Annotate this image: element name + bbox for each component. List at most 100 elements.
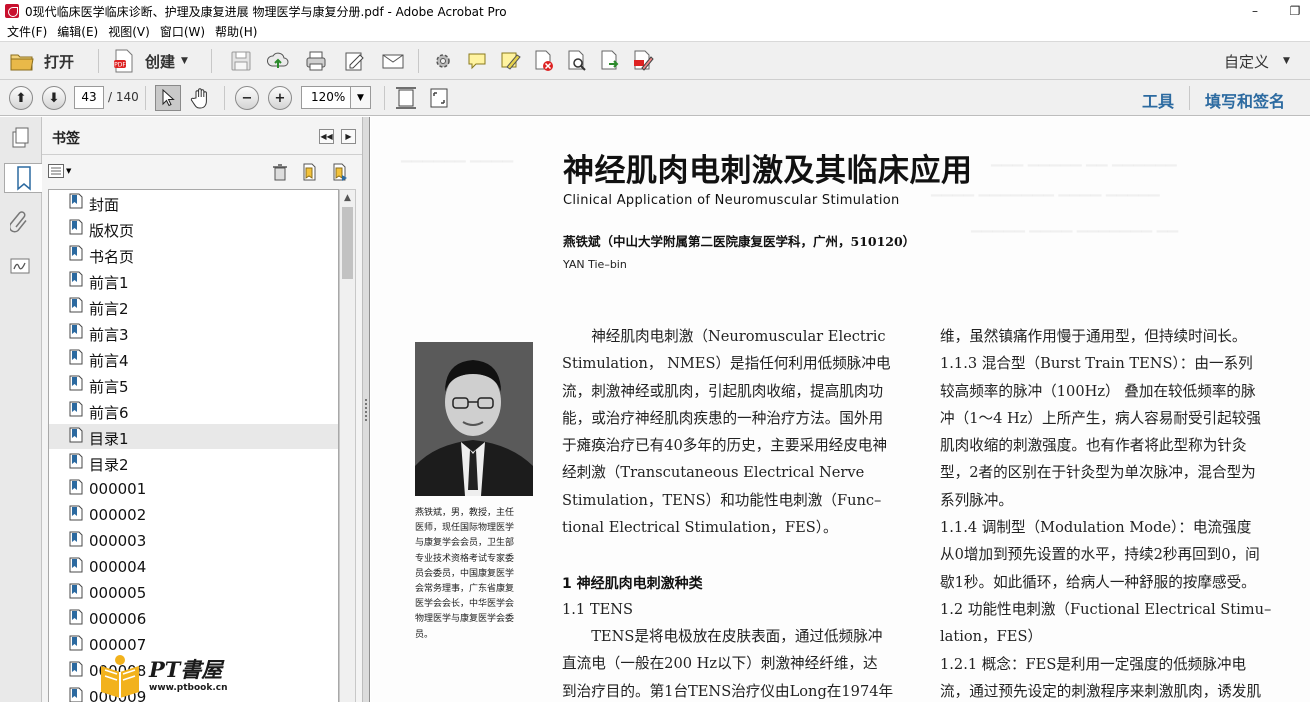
page-total-label: / 140: [108, 90, 139, 104]
bookmark-item[interactable]: 000003: [49, 528, 338, 553]
delete-pages-icon[interactable]: [533, 50, 555, 72]
collapse-panel-button[interactable]: ◀◀: [319, 129, 334, 144]
bookmark-label: 前言5: [89, 378, 129, 396]
fit-page-icon[interactable]: [395, 86, 417, 110]
fill-sign-link[interactable]: 填写和签名: [1205, 88, 1285, 112]
bookmark-page-icon: [69, 661, 83, 677]
panel-next-button[interactable]: ▶: [341, 129, 356, 144]
menu-view[interactable]: 视图(V): [103, 23, 155, 40]
bookmark-item[interactable]: 版权页: [49, 216, 338, 241]
zoom-dropdown-button[interactable]: ▼: [351, 86, 371, 109]
menu-file[interactable]: 文件(F): [2, 23, 52, 40]
email-icon[interactable]: [382, 50, 404, 72]
author-bio-line: 物理医学与康复医学会委: [415, 614, 515, 625]
body-line: 1.1.4 调制型（Modulation Mode）：电流强度: [940, 519, 1252, 537]
highlight-sticky-icon[interactable]: [499, 50, 521, 72]
create-button[interactable]: PDF 创建 ▼: [113, 46, 188, 76]
bookmark-item[interactable]: 书名页: [49, 242, 338, 267]
edit-pdf-icon[interactable]: [632, 50, 654, 72]
signature-icon: [10, 258, 30, 274]
menu-help[interactable]: 帮助(H): [210, 23, 262, 40]
bookmark-item[interactable]: 前言5: [49, 372, 338, 397]
bookmark-label: 目录1: [89, 430, 129, 448]
bookmark-page-icon: [69, 479, 83, 495]
toolbar-separator: [145, 86, 146, 110]
body-line: 型，2者的区别在于针灸型为单次脉冲，混合型为: [940, 464, 1256, 482]
zoom-out-button[interactable]: −: [235, 86, 259, 110]
body-line: 维，虽然镇痛作用慢于通用型，但持续时间长。: [940, 328, 1247, 345]
attachments-button[interactable]: [5, 207, 35, 237]
panel-splitter[interactable]: [362, 117, 370, 702]
zoom-input[interactable]: 120%: [301, 86, 351, 109]
splitter-grip[interactable]: [365, 399, 367, 421]
upload-cloud-icon[interactable]: [267, 50, 289, 72]
bookmark-item[interactable]: 000006: [49, 606, 338, 631]
bookmarks-panel-header: 书签 ◀◀ ▶: [42, 117, 362, 155]
bookmark-item[interactable]: 000001: [49, 476, 338, 501]
bookmark-item[interactable]: 000005: [49, 580, 338, 605]
toolbar-separator: [1189, 86, 1190, 110]
bookmark-item[interactable]: 000004: [49, 554, 338, 579]
bookmark-item[interactable]: 目录1: [49, 424, 338, 449]
trash-icon[interactable]: [272, 163, 288, 181]
bookmark-item[interactable]: 前言2: [49, 294, 338, 319]
bookmark-item[interactable]: 前言4: [49, 346, 338, 371]
bookmarks-button[interactable]: [4, 163, 42, 193]
bookmark-item[interactable]: 前言1: [49, 268, 338, 293]
options-chevron-icon: ▼: [66, 167, 72, 175]
full-screen-icon[interactable]: [428, 86, 450, 110]
expand-bookmark-icon[interactable]: [331, 163, 349, 181]
page-thumbnails-button[interactable]: [5, 123, 35, 153]
bookmark-page-icon: [69, 245, 83, 261]
bookmark-item[interactable]: 目录2: [49, 450, 338, 475]
bookmark-page-icon: [69, 375, 83, 391]
next-page-button[interactable]: ⬇: [42, 86, 66, 110]
bookmark-item[interactable]: 封面: [49, 190, 338, 215]
previous-page-button[interactable]: ⬆: [9, 86, 33, 110]
create-label: 创建: [145, 52, 176, 71]
scrollbar-thumb[interactable]: [342, 207, 353, 279]
bookmark-options-menu[interactable]: ▼: [48, 164, 71, 178]
bookmarks-panel-title: 书签: [52, 131, 80, 147]
bookmarks-scrollbar[interactable]: ▲: [339, 189, 356, 702]
bookmark-label: 000006: [89, 610, 147, 628]
comment-icon[interactable]: [466, 50, 488, 72]
page-show-through: ▁▁▁ ▁▁▁▁▁ ▁▁ ▁▁▁▁▁▁: [991, 151, 1177, 167]
body-line: 能，或治疗神经肌肉疾患的一种治疗方法。国外用: [562, 409, 884, 427]
section-heading: 1 神经肌肉电刺激种类: [562, 576, 703, 592]
minus-icon: −: [241, 90, 253, 106]
open-button[interactable]: 打开: [10, 46, 74, 76]
author-bio-line: 与康复学会会员，卫生部: [415, 538, 515, 549]
bookmark-item[interactable]: 000002: [49, 502, 338, 527]
customize-dropdown[interactable]: 自定义 ▼: [1224, 46, 1290, 76]
article-title: 神经肌肉电刺激及其临床应用: [563, 153, 973, 189]
tools-link[interactable]: 工具: [1142, 88, 1174, 112]
export-document-icon[interactable]: [599, 50, 621, 72]
zoom-in-button[interactable]: +: [268, 86, 292, 110]
page-number-input[interactable]: 43: [74, 86, 104, 109]
subsection-heading: 1.1 TENS: [562, 601, 634, 618]
bookmark-item[interactable]: 前言6: [49, 398, 338, 423]
menu-window[interactable]: 窗口(W): [155, 23, 210, 40]
navigation-pane-rail: [0, 117, 42, 702]
print-icon[interactable]: [305, 50, 327, 72]
toolbar-separator: [224, 86, 225, 110]
gear-icon[interactable]: [432, 50, 454, 72]
bookmark-label: 000002: [89, 506, 147, 524]
customize-label: 自定义: [1224, 52, 1270, 71]
bookmark-page-icon: [69, 349, 83, 365]
bookmark-item[interactable]: 前言3: [49, 320, 338, 345]
signatures-button[interactable]: [5, 251, 35, 281]
scroll-up-arrow-icon[interactable]: ▲: [340, 190, 355, 206]
search-document-icon[interactable]: [566, 50, 588, 72]
menu-edit[interactable]: 编辑(E): [52, 23, 103, 40]
select-cursor-icon[interactable]: [155, 85, 181, 111]
save-icon[interactable]: [230, 50, 252, 72]
hand-tool-icon[interactable]: [189, 86, 213, 110]
edit-document-icon[interactable]: [344, 50, 366, 72]
page-show-through: ▁▁▁▁▁▁ ▁▁▁▁: [401, 147, 514, 163]
bookmark-label: 书名页: [89, 248, 135, 266]
restore-button[interactable]: ❐: [1272, 0, 1310, 22]
new-bookmark-icon[interactable]: [300, 163, 318, 181]
bookmark-label: 000004: [89, 558, 147, 576]
